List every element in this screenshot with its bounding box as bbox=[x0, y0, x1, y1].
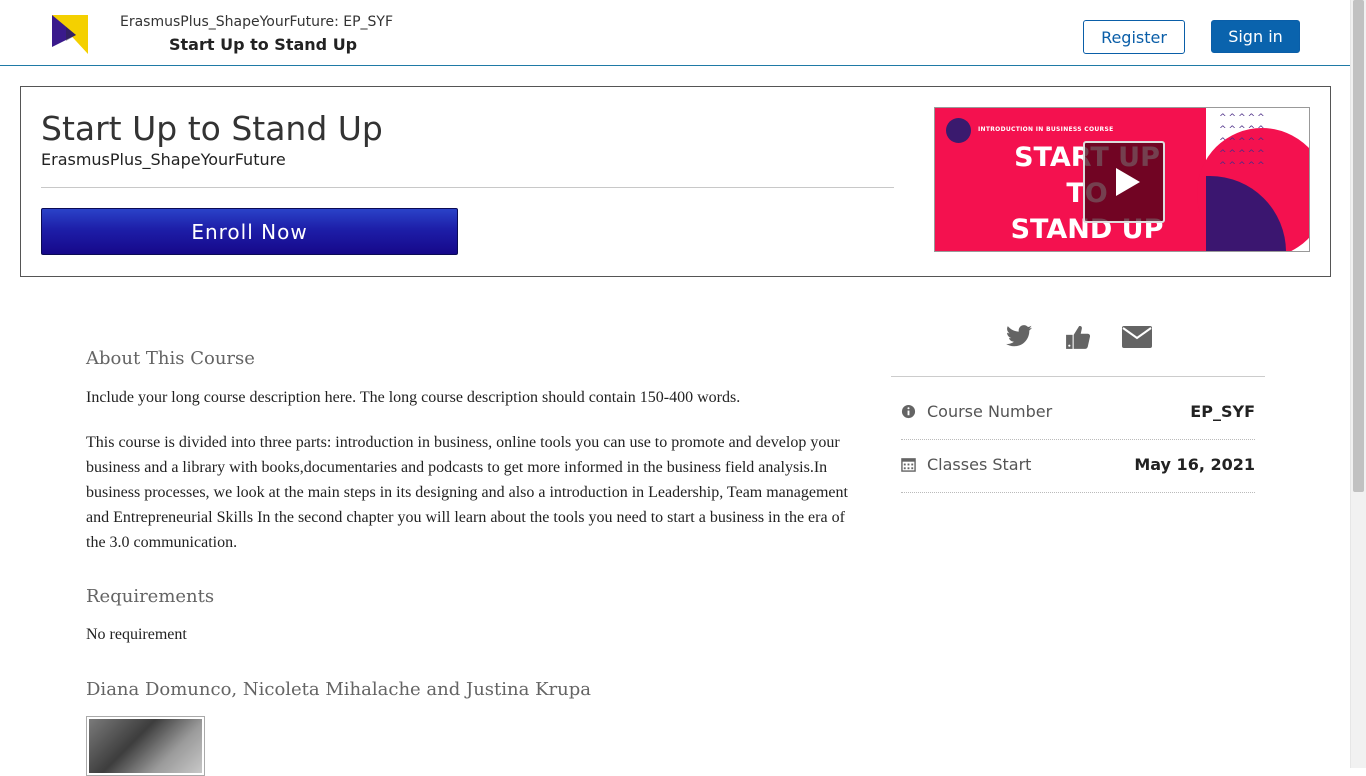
header-course-title: Start Up to Stand Up bbox=[169, 35, 358, 54]
classes-start-value: May 16, 2021 bbox=[1134, 455, 1255, 474]
envelope-icon[interactable] bbox=[1122, 326, 1152, 348]
requirements-heading: Requirements bbox=[86, 586, 215, 607]
course-video-thumbnail[interactable]: ^^^^^ ^^^^^ ^^^^^ ^^^^^ ^^^^^ INTRODUCTION I… bbox=[934, 107, 1310, 252]
enroll-button[interactable]: Enroll Now bbox=[41, 208, 458, 255]
calendar-icon bbox=[901, 458, 916, 472]
play-icon[interactable] bbox=[1083, 141, 1165, 223]
scrollbar-thumb[interactable] bbox=[1353, 0, 1364, 492]
staff-heading: Diana Domunco, Nicoleta Mihalache and Ju… bbox=[86, 679, 591, 700]
logo[interactable] bbox=[52, 15, 88, 54]
course-number-label: Course Number bbox=[927, 402, 1053, 421]
twitter-icon[interactable] bbox=[1006, 325, 1032, 347]
course-organization: ErasmusPlus_ShapeYourFuture bbox=[41, 150, 286, 169]
hero-divider bbox=[41, 187, 894, 188]
org-course-code: ErasmusPlus_ShapeYourFuture: EP_SYF bbox=[120, 14, 394, 30]
page-scrollbar[interactable] bbox=[1350, 0, 1366, 768]
sidebar-divider bbox=[891, 376, 1265, 377]
thumbs-up-icon[interactable] bbox=[1065, 324, 1091, 350]
classes-start-row: Classes Start May 16, 2021 bbox=[901, 439, 1255, 493]
video-decor-dot bbox=[946, 118, 971, 143]
video-caption: INTRODUCTION IN BUSINESS COURSE bbox=[978, 126, 1114, 133]
share-bar bbox=[1004, 322, 1164, 352]
requirements-text: No requirement bbox=[86, 626, 187, 643]
video-decor-chevrons: ^^^^^ ^^^^^ ^^^^^ ^^^^^ ^^^^^ bbox=[1219, 113, 1267, 171]
classes-start-label: Classes Start bbox=[927, 455, 1032, 474]
course-hero: Start Up to Stand Up ErasmusPlus_ShapeYo… bbox=[20, 86, 1331, 277]
site-header: ErasmusPlus_ShapeYourFuture: EP_SYF Star… bbox=[0, 0, 1350, 66]
about-paragraph-1: Include your long course description her… bbox=[86, 389, 741, 406]
about-heading: About This Course bbox=[86, 348, 255, 369]
staff-photo-image bbox=[89, 719, 202, 773]
course-number-value: EP_SYF bbox=[1190, 402, 1255, 421]
register-button[interactable]: Register bbox=[1083, 20, 1185, 54]
staff-photo bbox=[86, 716, 205, 776]
signin-button[interactable]: Sign in bbox=[1211, 20, 1300, 53]
about-paragraph-2: This course is divided into three parts:… bbox=[86, 434, 848, 551]
info-icon bbox=[901, 404, 916, 419]
course-number-row: Course Number EP_SYF bbox=[901, 386, 1255, 440]
course-title: Start Up to Stand Up bbox=[41, 109, 383, 148]
